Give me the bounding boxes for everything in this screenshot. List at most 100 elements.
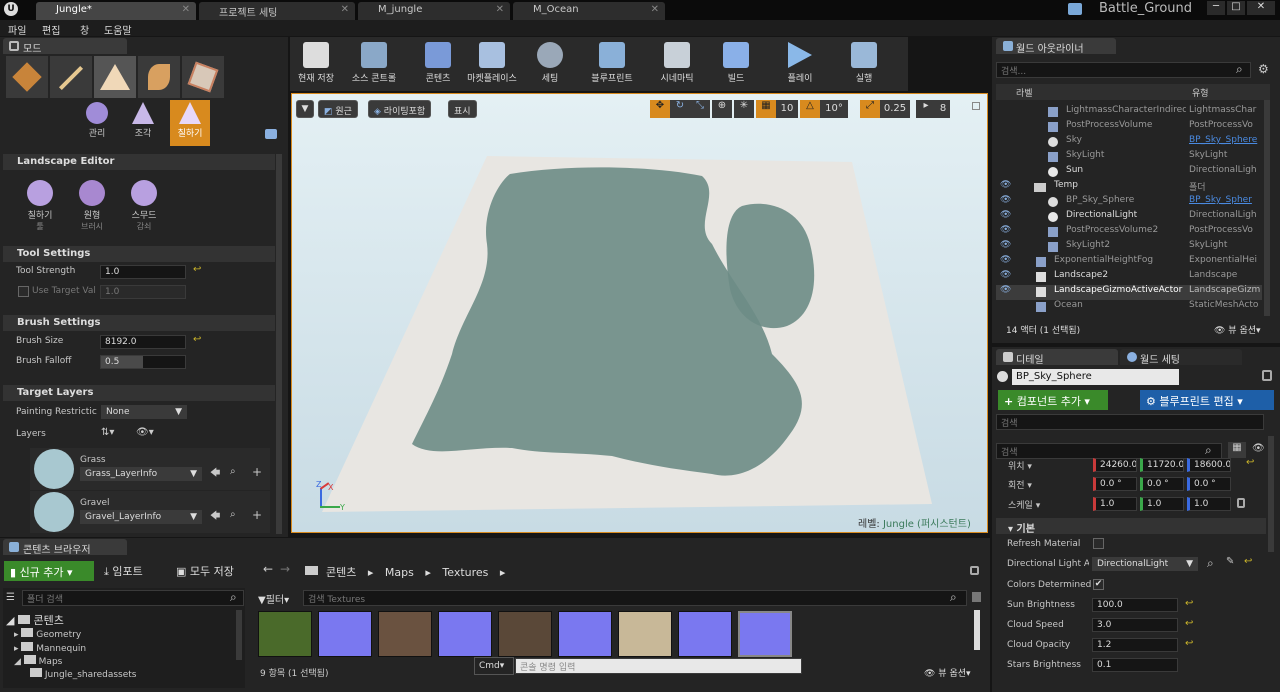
rotate-icon[interactable]: ↻ [670, 100, 690, 118]
scale-icon[interactable]: ⤡ [690, 100, 710, 118]
rotation-y[interactable]: 0.0 ° [1140, 477, 1184, 491]
list-item[interactable]: 👁 LandscapeGizmoActiveActor LandscapeGizm [996, 285, 1262, 300]
asset-search-input[interactable]: 검색 Textures [303, 590, 967, 606]
lighting-button[interactable]: ◈ 라이팅포함 [368, 100, 432, 118]
menu-window[interactable]: 창 [80, 22, 89, 37]
cloud-speed-field[interactable]: 3.0 [1092, 618, 1178, 632]
grass-layer-info-select[interactable]: Grass_LayerInfo ▼ [80, 467, 202, 481]
edit-blueprint-button[interactable]: ⚙ 블루프린트 편집 ▾ [1140, 390, 1274, 410]
col-label[interactable]: 라벨 [1016, 86, 1033, 99]
location-x[interactable]: 24260.0 [1093, 458, 1137, 472]
outliner-search-input[interactable]: 검색... [996, 62, 1251, 78]
add-layer-icon[interactable]: + [252, 508, 262, 522]
command-button[interactable]: Cmd▾ [474, 657, 514, 675]
list-item[interactable]: SkyLight SkyLight [996, 150, 1262, 165]
surface-snap-icon[interactable]: ✳ [734, 100, 754, 118]
lock-icon[interactable] [1262, 370, 1272, 381]
list-item[interactable]: 👁 DirectionalLight DirectionalLigh [996, 210, 1262, 225]
landscape-editor-header[interactable]: Landscape Editor [3, 154, 275, 170]
browse-icon[interactable]: ⌕ [1207, 556, 1214, 571]
texture-thumbnail[interactable] [678, 611, 732, 657]
tab-world-outliner[interactable]: 월드 아웃라이너 [996, 38, 1116, 55]
rotation-snap-value[interactable]: 10° [820, 100, 848, 118]
smooth-falloff-button[interactable]: 스무드 감쇠 [126, 178, 162, 236]
play-button[interactable]: 플레이 [778, 38, 822, 90]
list-item[interactable]: 👁 BP_Sky_Sphere BP_Sky_Spher [996, 195, 1262, 210]
source-control-button[interactable]: 소스 콘트롤 [346, 38, 402, 90]
outliner-settings-icon[interactable]: ⚙ [1258, 62, 1269, 76]
reset-arrow-icon[interactable]: ↩ [193, 264, 201, 275]
details-scrollbar[interactable] [1268, 436, 1274, 552]
list-item[interactable]: 👁 PostProcessVolume2 PostProcessVo [996, 225, 1262, 240]
cloud-opacity-field[interactable]: 1.2 [1092, 638, 1178, 652]
layer-sort-button[interactable]: ⇅▾ [101, 427, 114, 438]
cinematic-button[interactable]: 시네마틱 [652, 38, 702, 90]
save-search-icon[interactable] [972, 592, 981, 602]
directional-light-reset-icon[interactable]: ↩ [1244, 556, 1252, 567]
grid-snap-icon[interactable]: ▦ [756, 100, 776, 118]
default-section-header[interactable]: ▾ 기본 [996, 518, 1266, 535]
list-item[interactable]: 👁 Temp 폴더 [996, 180, 1262, 195]
rotation-x[interactable]: 0.0 ° [1093, 477, 1137, 491]
tab-jungle[interactable]: Jungle* ✕ [36, 2, 196, 20]
tab-content-browser[interactable]: 콘텐츠 브라우저 [3, 539, 127, 556]
picker-icon[interactable]: ✎ [1226, 556, 1234, 567]
settings-button[interactable]: 세팅 [528, 38, 572, 90]
maximize-button[interactable]: □ [1227, 1, 1245, 15]
location-reset-icon[interactable]: ↩ [1246, 457, 1254, 468]
layer-visibility-button[interactable]: 👁▾ [136, 427, 154, 438]
tool-settings-header[interactable]: Tool Settings [3, 246, 275, 262]
list-item[interactable]: LightmassCharacterIndirectDetailLightmas… [996, 105, 1262, 120]
texture-thumbnail-selected[interactable] [738, 611, 792, 657]
target-layers-header[interactable]: Target Layers [3, 385, 275, 401]
menu-help[interactable]: 도움말 [104, 22, 132, 37]
paint-button[interactable]: 칠하기 [170, 100, 210, 146]
texture-thumbnail[interactable] [378, 611, 432, 657]
actor-name-field[interactable]: BP_Sky_Sphere [1012, 369, 1179, 385]
perspective-button[interactable]: ◩ 원근 [318, 100, 358, 118]
use-selected-arrow-icon[interactable]: 🡄 [210, 466, 220, 483]
gravel-layer-info-select[interactable]: Gravel_LayerInfo ▼ [80, 510, 202, 524]
tree-item-geometry[interactable]: ▸ Geometry [14, 628, 81, 643]
property-matrix-icon[interactable]: ▦ [1228, 442, 1246, 458]
folder-search-input[interactable]: 폴더 검색 [22, 590, 244, 606]
directional-light-select[interactable]: DirectionalLight ▼ [1092, 557, 1198, 571]
add-component-button[interactable]: + 컴포넌트 추가 ▾ [998, 390, 1108, 410]
cloud-speed-reset-icon[interactable]: ↩ [1185, 618, 1193, 629]
list-item[interactable]: 👁 ExponentialHeightFog ExponentialHei [996, 255, 1262, 270]
rotation-z[interactable]: 0.0 ° [1187, 477, 1231, 491]
viewport-options-button[interactable]: ▼ [296, 100, 314, 118]
list-item[interactable]: 👁 SkyLight2 SkyLight [996, 240, 1262, 255]
tab-project-settings[interactable]: 프로젝트 세팅 ✕ [199, 2, 355, 20]
viewport[interactable]: ▼ ◩ 원근 ◈ 라이팅포함 표시 ✥ ↻ ⤡ ⊕ ✳ ▦ 10 △ 10° ⤢… [291, 93, 988, 533]
maximize-viewport-icon[interactable] [972, 102, 980, 110]
breadcrumb-maps[interactable]: Maps [385, 566, 414, 579]
content-lock-icon[interactable] [970, 566, 979, 575]
save-all-button[interactable]: ▣ 모두 저장 [176, 563, 234, 579]
tab-m-ocean[interactable]: M_Ocean ✕ [513, 2, 665, 20]
launch-button[interactable]: 실행 [842, 38, 886, 90]
rotation-label[interactable]: 회전 ▾ [1008, 478, 1032, 491]
eye-icon[interactable]: 👁 [1000, 255, 1011, 265]
menu-file[interactable]: 파일 [8, 22, 26, 37]
colors-determined-checkbox[interactable]: ✔ [1093, 579, 1104, 590]
brush-size-field[interactable]: 8192.0 [100, 335, 186, 349]
foliage-mode-button[interactable] [138, 56, 180, 98]
eye-icon[interactable]: 👁 [1000, 210, 1011, 220]
place-mode-button[interactable] [6, 56, 48, 98]
scale-y[interactable]: 1.0 [1140, 497, 1184, 511]
texture-thumbnail[interactable] [318, 611, 372, 657]
translate-icon[interactable]: ✥ [650, 100, 670, 118]
tool-strength-field[interactable]: 1.0 [100, 265, 186, 279]
texture-thumbnail[interactable] [618, 611, 672, 657]
tab-modes[interactable]: 모드 [3, 38, 127, 55]
component-search-input[interactable]: 검색 [996, 414, 1264, 430]
cloud-opacity-reset-icon[interactable]: ↩ [1185, 638, 1193, 649]
sun-brightness-reset-icon[interactable]: ↩ [1185, 598, 1193, 609]
grid-size-value[interactable]: 10 [776, 100, 798, 118]
menu-edit[interactable]: 편집 [42, 22, 60, 37]
show-button[interactable]: 표시 [448, 100, 477, 118]
tab-m-jungle[interactable]: M_jungle ✕ [358, 2, 510, 20]
camera-speed-value[interactable]: 8 [936, 100, 950, 118]
list-item[interactable]: Ocean StaticMeshActo [996, 300, 1262, 315]
